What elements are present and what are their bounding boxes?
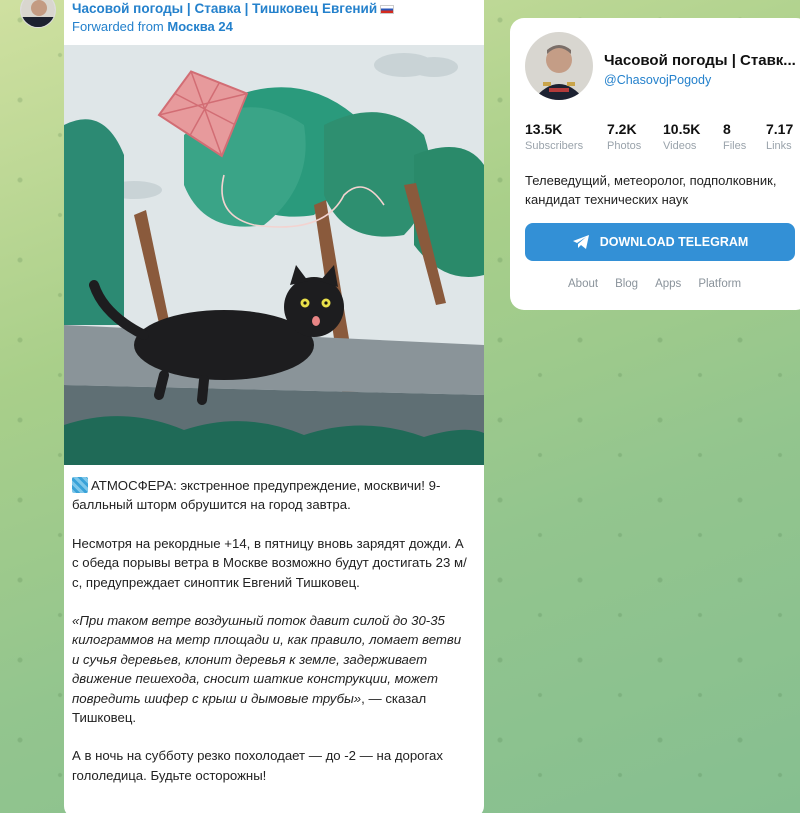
post-header: Часовой погоды | Ставка | Тишковец Евген… [64, 0, 484, 36]
download-telegram-label: DOWNLOAD TELEGRAM [599, 235, 749, 249]
channel-description: Телеведущий, метеоролог, подполковник, к… [525, 173, 777, 207]
stat-label: Videos [663, 140, 697, 152]
stat-links[interactable]: 7.17 Links [766, 121, 800, 152]
link-about[interactable]: About [568, 278, 598, 290]
telegram-plane-icon [572, 235, 589, 249]
forwarded-source-link[interactable]: Москва 24 [167, 19, 232, 34]
channel-info-card: Часовой погоды | Ставк... @ChasovojPogod… [510, 18, 800, 310]
link-blog[interactable]: Blog [615, 278, 638, 290]
post-paragraph-1: АТМОСФЕРА: экстренное предупреждение, мо… [72, 476, 472, 515]
russia-flag-icon [380, 5, 395, 14]
post-illustration[interactable] [64, 45, 484, 465]
stat-value: 10.5K [663, 121, 701, 137]
stat-value: 7.17 [766, 121, 794, 137]
post-paragraph-3: «При таком ветре воздушный поток давит с… [72, 611, 472, 727]
card-channel-handle[interactable]: @ChasovojPogody [604, 73, 711, 87]
post-text: АТМОСФЕРА: экстренное предупреждение, мо… [64, 465, 484, 785]
stat-label: Files [723, 140, 747, 152]
link-apps[interactable]: Apps [655, 278, 681, 290]
stat-photos[interactable]: 7.2K Photos [607, 121, 663, 152]
channel-stats: 13.5K Subscribers 7.2K Photos 10.5K Vide… [525, 121, 800, 152]
forwarded-from: Forwarded from Москва 24 [72, 18, 476, 36]
card-channel-title: Часовой погоды | Ставк... [604, 52, 796, 69]
stat-label: Links [766, 140, 792, 152]
link-platform[interactable]: Platform [698, 278, 741, 290]
stat-videos[interactable]: 10.5K Videos [663, 121, 723, 152]
download-telegram-button[interactable]: DOWNLOAD TELEGRAM [525, 223, 795, 261]
post-paragraph-2: Несмотря на рекордные +14, в пятницу вно… [72, 535, 467, 590]
atmosphere-emoji-icon [72, 477, 88, 493]
card-channel-avatar[interactable] [525, 32, 593, 100]
stat-label: Photos [607, 140, 642, 152]
stat-label: Subscribers [525, 140, 584, 152]
post-paragraph-4: А в ночь на субботу резко похолодает — д… [72, 748, 443, 783]
footer-links: About Blog Apps Platform [568, 278, 758, 290]
post-channel-name[interactable]: Часовой погоды | Ставка | Тишковец Евген… [72, 0, 476, 18]
stat-value: 8 [723, 121, 731, 137]
stat-value: 7.2K [607, 121, 637, 137]
stat-subscribers: 13.5K Subscribers [525, 121, 607, 152]
post-channel-name-text[interactable]: Часовой погоды | Ставка | Тишковец Евген… [72, 1, 377, 16]
channel-avatar[interactable] [20, 0, 56, 28]
channel-post: Часовой погоды | Ставка | Тишковец Евген… [64, 0, 484, 813]
stat-files[interactable]: 8 Files [723, 121, 766, 152]
stat-value: 13.5K [525, 121, 563, 137]
forwarded-prefix: Forwarded from [72, 19, 164, 34]
post-paragraph-1-text: АТМОСФЕРА: экстренное предупреждение, мо… [72, 478, 441, 513]
